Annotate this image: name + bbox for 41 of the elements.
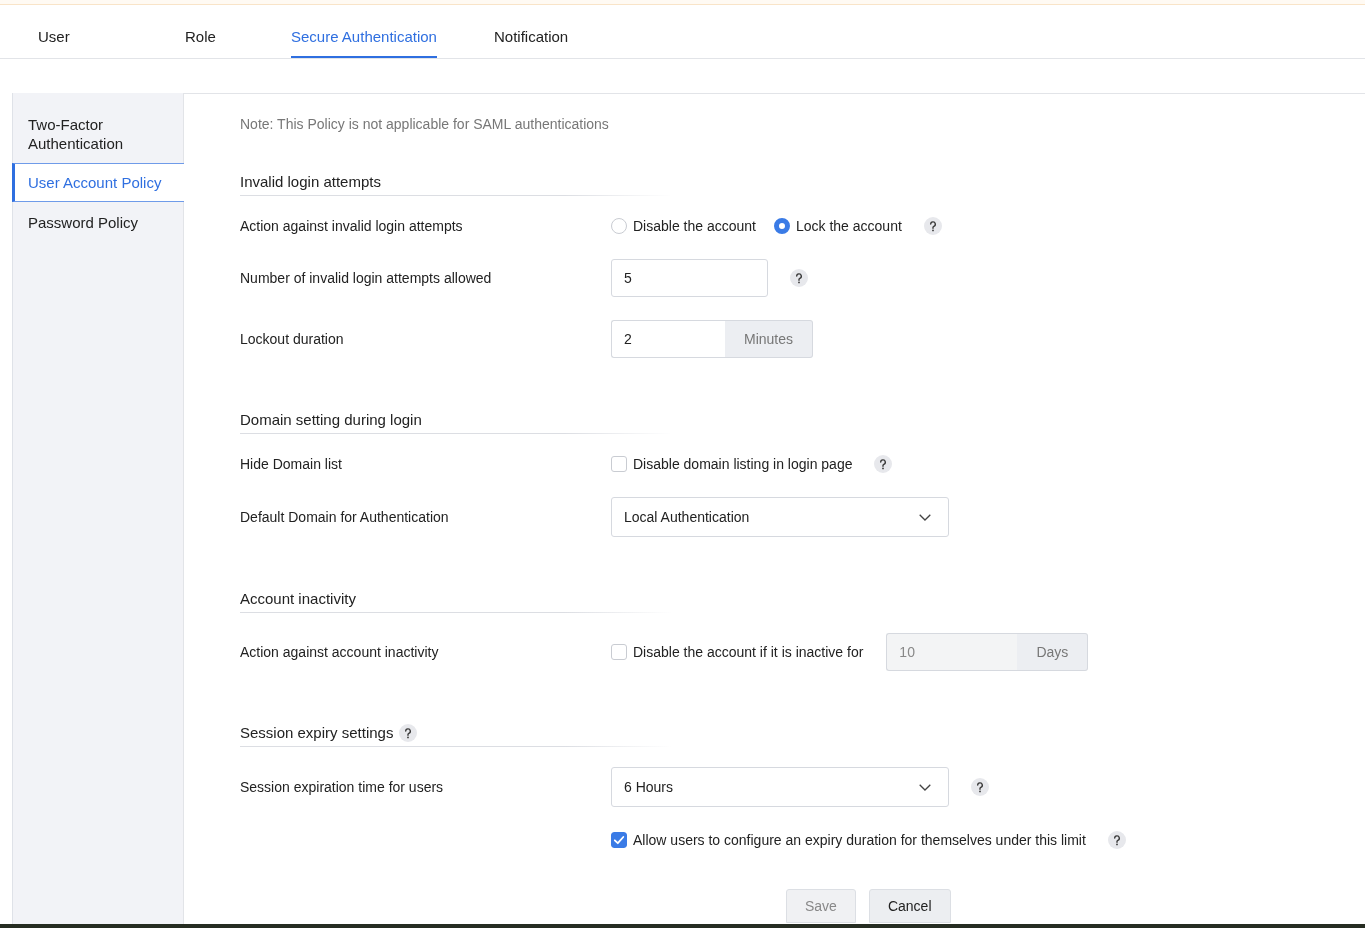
tab[interactable]: Notification [494, 5, 569, 58]
help-icon[interactable] [874, 455, 893, 473]
section-heading: Domain setting during login [240, 410, 422, 430]
tab[interactable]: Secure Authentication [291, 5, 437, 58]
checkbox-label[interactable]: Disable the account if it is inactive for [633, 642, 864, 662]
checkbox-label[interactable]: Disable domain listing in login page [633, 454, 853, 474]
field-label: Lockout duration [240, 331, 344, 347]
help-icon[interactable] [790, 269, 808, 287]
checkbox-label[interactable]: Allow users to configure an expiry duration for themselves under this limit [633, 830, 1086, 850]
dropdown[interactable]: Local Authentication [611, 497, 949, 537]
field-label: Action against invalid login attempts [240, 218, 463, 234]
help-icon[interactable] [399, 724, 418, 742]
dropdown[interactable]: 6 Hours [611, 767, 949, 807]
field-label: Action against account inactivity [240, 644, 439, 660]
checkbox[interactable] [611, 644, 627, 660]
help-icon[interactable] [923, 217, 942, 235]
field-label: Number of invalid login attempts allowed [240, 270, 492, 286]
chevron-down-icon [919, 783, 931, 791]
radio-button[interactable] [773, 218, 790, 234]
number-field[interactable]: 5 [611, 259, 768, 297]
checkbox[interactable] [611, 456, 627, 472]
radio-label[interactable]: Disable the account [633, 216, 756, 236]
field-label: Session expiration time for users [240, 779, 444, 795]
sidebar-item[interactable]: Two-Factor Authentication [12, 105, 183, 163]
help-icon[interactable] [1107, 831, 1126, 849]
tab[interactable]: Role [185, 5, 216, 58]
radio-label[interactable]: Lock the account [795, 216, 902, 236]
help-icon[interactable] [971, 778, 989, 796]
section-heading: Invalid login attempts [240, 172, 381, 192]
radio-button[interactable] [611, 218, 627, 234]
note-text: Note: This Policy is not applicable for SAML authentications [240, 115, 610, 134]
field-label: Default Domain for Authentication [240, 509, 449, 525]
section-heading: Account inactivity [240, 589, 356, 609]
action-button[interactable]: Cancel [868, 889, 951, 923]
section-heading: Session expiry settings [240, 723, 394, 743]
tab[interactable]: User [38, 5, 70, 58]
field-label: Hide Domain list [240, 456, 342, 472]
checkbox[interactable] [611, 832, 627, 848]
sidebar-item[interactable]: User Account Policy [12, 163, 184, 202]
sidebar-item[interactable]: Password Policy [12, 202, 183, 243]
chevron-down-icon [919, 513, 931, 521]
